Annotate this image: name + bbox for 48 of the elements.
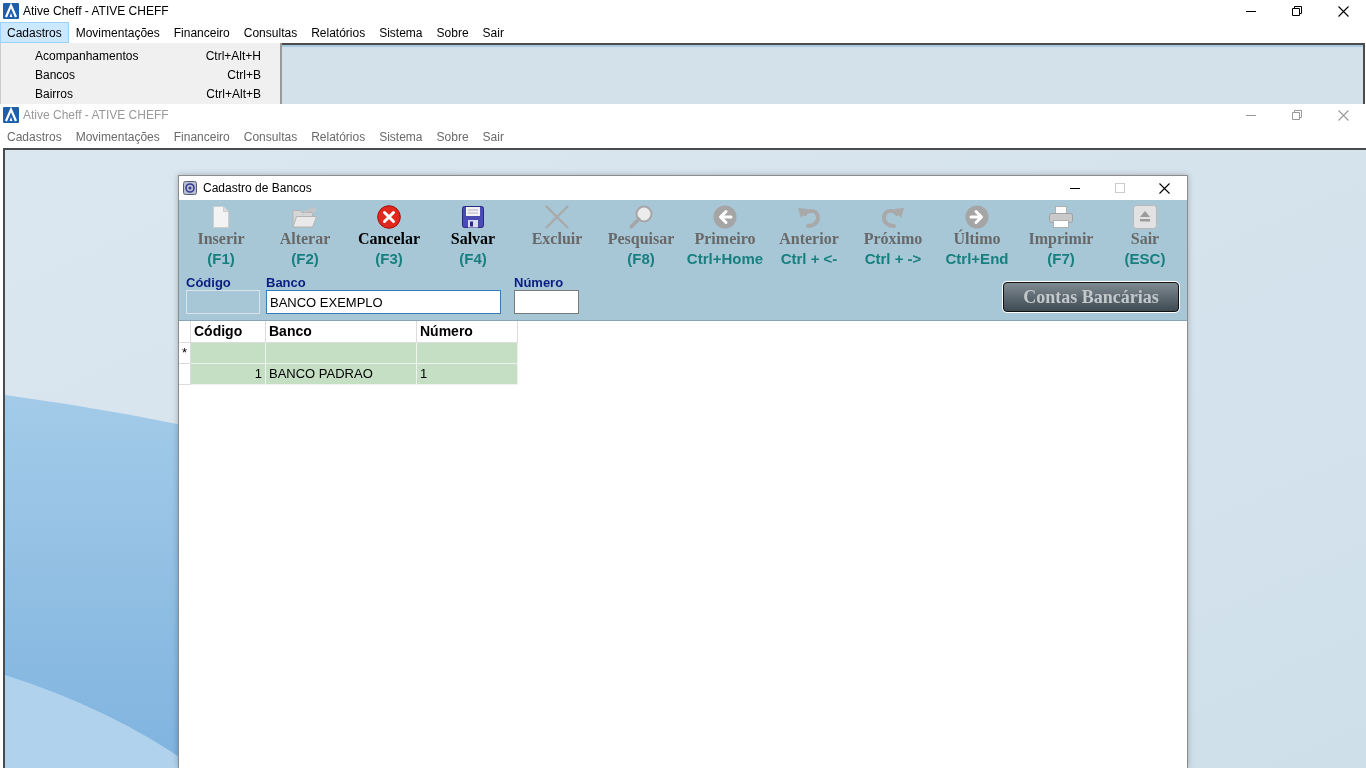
menu-item[interactable]: Financeiro	[166, 22, 237, 43]
shortcut-text: Ctrl+Alt+B	[206, 85, 261, 103]
menu-item[interactable]: Relatórios	[304, 126, 373, 148]
maximize-icon	[1114, 183, 1125, 193]
menu-item[interactable]: Movimentações	[68, 22, 167, 43]
toolbar-button[interactable]: Salvar (F4)	[431, 202, 515, 269]
toolbar-button[interactable]: Cancelar (F3)	[347, 202, 431, 269]
menu-item[interactable]: Movimentações	[68, 126, 167, 148]
menu-item[interactable]: Financeiro	[166, 126, 237, 148]
field-label: Código	[186, 276, 232, 290]
window-title: Ative Cheff - ATIVE CHEFF	[23, 3, 169, 19]
row-indicator: *	[179, 343, 191, 364]
menu-item[interactable]: Bairros Ctrl+Alt+B	[1, 84, 280, 103]
minimize-icon	[1246, 114, 1256, 116]
close-icon	[1337, 5, 1349, 17]
menu-item[interactable]: Sistema	[372, 22, 430, 43]
menu-item[interactable]: Bancos Ctrl+B	[1, 65, 280, 84]
restore-icon	[1292, 110, 1302, 120]
menu-item[interactable]: Cadastros	[0, 22, 69, 43]
table-cell: 1	[191, 364, 266, 385]
table-cell: 1	[417, 364, 518, 385]
shortcut-text: Ctrl+Alt+H	[205, 47, 261, 65]
shortcut-text: Ctrl+B	[227, 66, 261, 84]
text-field[interactable]	[514, 290, 579, 314]
menu-item[interactable]: Consultas	[236, 126, 305, 148]
menu-item[interactable]: Acompanhamentos Ctrl+Alt+H	[1, 46, 280, 65]
minimize-icon	[1069, 187, 1080, 189]
window-title: Ative Cheff - ATIVE CHEFF	[23, 107, 169, 123]
table-cell: BANCO PADRAO	[266, 364, 417, 385]
menu-item[interactable]: Sair	[475, 126, 511, 148]
menu-item[interactable]: Sair	[475, 22, 511, 43]
menu-item[interactable]: Sobre	[429, 22, 476, 43]
window-title: Cadastro de Bancos	[203, 180, 312, 196]
menu-item[interactable]: Sistema	[372, 126, 430, 148]
menu-item[interactable]: Cadastros	[0, 126, 69, 148]
app-icon	[183, 181, 197, 195]
restore-icon	[1292, 6, 1302, 16]
close-icon	[1337, 109, 1349, 121]
minimize-icon	[1246, 10, 1256, 12]
close-icon	[1159, 182, 1170, 194]
menu-item[interactable]: Relatórios	[304, 22, 373, 43]
menu-item[interactable]: Consultas	[236, 22, 305, 43]
menu-item[interactable]: Sobre	[429, 126, 476, 148]
app-logo-icon	[3, 3, 19, 19]
field-label: Banco	[266, 276, 307, 290]
app-logo-icon	[3, 107, 19, 123]
text-field[interactable]: BANCO EXEMPLO	[266, 290, 501, 314]
field-label: Número	[514, 276, 565, 290]
